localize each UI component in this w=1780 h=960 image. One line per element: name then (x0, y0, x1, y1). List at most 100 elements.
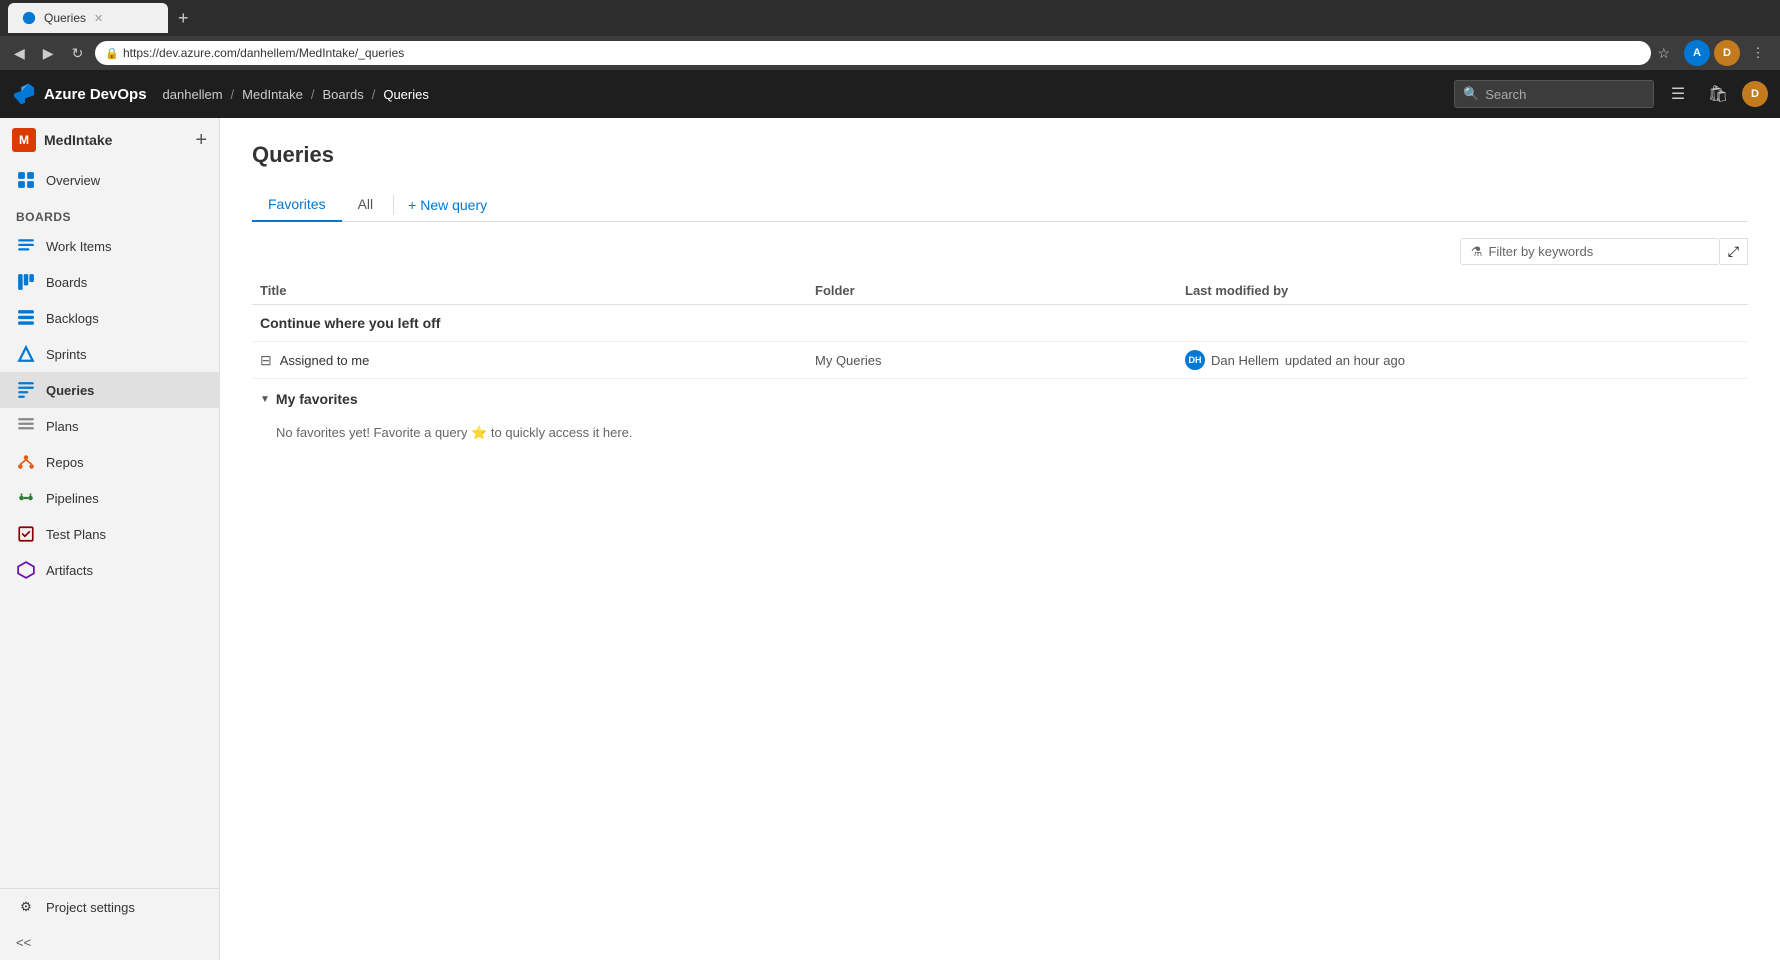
tab-all-label: All (358, 196, 374, 212)
browser-profile-avatar[interactable]: D (1714, 40, 1740, 66)
sidebar-bottom: ⚙ Project settings << (0, 888, 219, 960)
no-favorites-message: No favorites yet! Favorite a query ⭐ to … (252, 415, 1748, 451)
query-modifier-avatar: DH (1185, 350, 1205, 370)
new-query-button[interactable]: + New query (398, 191, 497, 219)
sidebar-item-backlogs[interactable]: Backlogs (0, 300, 219, 336)
overview-label: Overview (46, 173, 100, 188)
filter-placeholder: Filter by keywords (1488, 244, 1593, 259)
app: Azure DevOps danhellem / MedIntake / Boa… (0, 70, 1780, 960)
sidebar-item-overview[interactable]: Overview (0, 162, 219, 198)
browser-actions: A D ⋮ (1684, 40, 1772, 66)
filter-icon: ⚗ (1471, 244, 1483, 260)
add-project-button[interactable]: + (195, 129, 207, 152)
url-field[interactable]: 🔒 https://dev.azure.com/danhellem/MedInt… (95, 41, 1651, 65)
sidebar: M MedIntake + Overview Boards (0, 118, 220, 960)
app-name: Azure DevOps (44, 86, 147, 103)
sidebar-item-plans[interactable]: Plans (0, 408, 219, 444)
header-actions: 🔍 Search ☰ 🛍 D (1454, 78, 1768, 110)
user-avatar[interactable]: D (1742, 81, 1768, 107)
sidebar-item-queries[interactable]: Queries (0, 372, 219, 408)
column-title: Title (260, 283, 815, 298)
collapse-icon: << (16, 935, 31, 950)
forward-button[interactable]: ▶ (37, 43, 60, 64)
continue-section-header: Continue where you left off (252, 305, 1748, 342)
sidebar-item-boards-header[interactable]: Boards (0, 198, 219, 228)
back-button[interactable]: ◀ (8, 43, 31, 64)
backlogs-label: Backlogs (46, 311, 99, 326)
query-modifier-name: Dan Hellem (1211, 353, 1279, 368)
app-logo: Azure DevOps (12, 82, 147, 106)
boards-group-label: Boards (16, 210, 71, 224)
queries-icon (16, 380, 36, 400)
app-body: M MedIntake + Overview Boards (0, 118, 1780, 960)
query-folder-text: My Queries (815, 353, 881, 368)
work-items-icon (16, 236, 36, 256)
refresh-button[interactable]: ↻ (66, 43, 90, 64)
table-header: Title Folder Last modified by (252, 277, 1748, 305)
boards-icon (16, 272, 36, 292)
project-avatar: M (12, 128, 36, 152)
settings-icon-button[interactable]: ☰ (1662, 78, 1694, 110)
tab-favorites[interactable]: Favorites (252, 188, 342, 222)
app-header: Azure DevOps danhellem / MedIntake / Boa… (0, 70, 1780, 118)
artifacts-icon (16, 560, 36, 580)
chevron-down-icon: ▼ (260, 394, 270, 405)
pipelines-label: Pipelines (46, 491, 99, 506)
sidebar-item-boards[interactable]: Boards (0, 264, 219, 300)
browser-chrome: Queries ✕ + ◀ ▶ ↻ 🔒 https://dev.azure.co… (0, 0, 1780, 70)
tab-bar: Queries ✕ + (0, 0, 1780, 36)
sprints-label: Sprints (46, 347, 86, 362)
sidebar-item-artifacts[interactable]: Artifacts (0, 552, 219, 588)
tab-all[interactable]: All (342, 188, 390, 222)
sidebar-item-test-plans[interactable]: Test Plans (0, 516, 219, 552)
search-box[interactable]: 🔍 Search (1454, 80, 1654, 108)
column-folder: Folder (815, 283, 1185, 298)
breadcrumb-boards[interactable]: Boards (323, 87, 364, 102)
sidebar-item-pipelines[interactable]: Pipelines (0, 480, 219, 516)
tab-title: Queries (44, 11, 86, 25)
browser-menu-button[interactable]: ⋮ (1744, 41, 1772, 65)
project-name-label: MedIntake (44, 132, 112, 148)
tabs-bar: Favorites All + New query (252, 188, 1748, 222)
tab-favicon-icon (22, 11, 36, 25)
tab-divider (393, 195, 394, 215)
sidebar-item-sprints[interactable]: Sprints (0, 336, 219, 372)
my-favorites-toggle[interactable]: ▼ My favorites (252, 383, 1748, 415)
sidebar-collapse-button[interactable]: << (0, 925, 219, 960)
backlogs-icon (16, 308, 36, 328)
plans-icon (16, 416, 36, 436)
search-placeholder: Search (1485, 87, 1526, 102)
breadcrumb-danhellem[interactable]: danhellem (163, 87, 223, 102)
no-favorites-text: No favorites yet! Favorite a query ⭐ to … (276, 425, 633, 440)
project-settings-label: Project settings (46, 900, 135, 915)
query-row-modified-cell: DH Dan Hellem updated an hour ago (1185, 350, 1740, 370)
project-settings-button[interactable]: ⚙ Project settings (0, 889, 219, 925)
search-icon: 🔍 (1463, 86, 1479, 102)
browser-account-avatar[interactable]: A (1684, 40, 1710, 66)
project-initial: M (19, 133, 29, 147)
sidebar-item-repos[interactable]: Repos (0, 444, 219, 480)
bookmark-button[interactable]: ☆ (1657, 45, 1670, 62)
new-query-label: + New query (408, 197, 487, 213)
filter-input[interactable]: ⚗ Filter by keywords (1460, 238, 1720, 265)
breadcrumb-medintake[interactable]: MedIntake (242, 87, 303, 102)
active-tab[interactable]: Queries ✕ (8, 3, 168, 33)
notifications-icon-button[interactable]: 🛍 (1702, 78, 1734, 110)
settings-icon: ⚙ (16, 897, 36, 917)
my-favorites-label: My favorites (276, 391, 358, 407)
table-row[interactable]: ⊟ Assigned to me My Queries DH Dan Helle… (252, 342, 1748, 379)
tab-close-button[interactable]: ✕ (94, 12, 103, 25)
query-title-text: Assigned to me (280, 353, 370, 368)
tab-favorites-label: Favorites (268, 196, 326, 212)
sidebar-item-work-items[interactable]: Work Items (0, 228, 219, 264)
new-tab-button[interactable]: + (172, 8, 195, 29)
sprints-icon (16, 344, 36, 364)
my-favorites-section: ▼ My favorites No favorites yet! Favorit… (252, 383, 1748, 451)
artifacts-label: Artifacts (46, 563, 93, 578)
expand-filter-button[interactable]: ⤢ (1720, 238, 1748, 265)
project-header: M MedIntake + (0, 118, 219, 162)
lock-icon: 🔒 (105, 47, 119, 60)
query-row-title-cell: ⊟ Assigned to me (260, 352, 815, 369)
continue-section-title: Continue where you left off (260, 315, 440, 331)
url-text: https://dev.azure.com/danhellem/MedIntak… (123, 46, 404, 60)
